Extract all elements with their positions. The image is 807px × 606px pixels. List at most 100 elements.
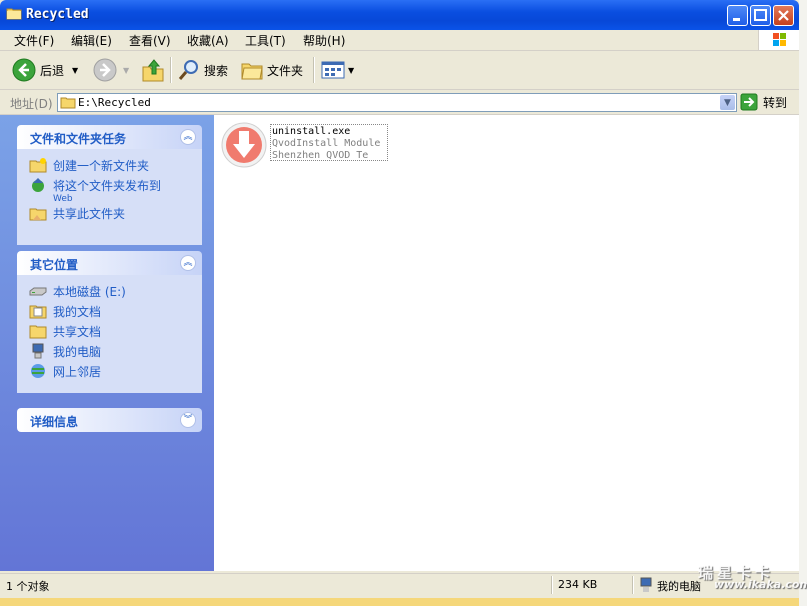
collapse-icon[interactable]: ︽	[180, 129, 196, 145]
toolbar-separator	[170, 57, 172, 83]
collapse-icon[interactable]: ︽	[180, 255, 196, 271]
folders-button[interactable]: 文件夹	[241, 57, 303, 83]
windows-flag-icon	[773, 33, 786, 46]
minimize-icon	[733, 18, 740, 21]
file-description: QvodInstall Module	[272, 138, 381, 149]
close-button[interactable]	[773, 5, 794, 26]
forward-arrow-icon	[93, 58, 117, 82]
file-name: uninstall.exe	[272, 126, 351, 137]
chevron-down-icon[interactable]: ▼	[72, 66, 78, 75]
folder-icon	[60, 97, 76, 109]
shared-documents-icon	[29, 325, 47, 339]
place-label: 我的文档	[53, 305, 102, 319]
windows-logo	[758, 30, 799, 50]
folders-icon	[241, 63, 263, 80]
tasks-panel-title: 文件和文件夹任务	[30, 132, 127, 146]
up-folder-icon	[142, 59, 164, 82]
status-divider	[632, 576, 634, 594]
my-computer-icon	[640, 577, 652, 592]
forward-button[interactable]: ▼	[93, 57, 129, 83]
folders-label: 文件夹	[267, 63, 304, 78]
views-icon	[321, 61, 345, 79]
place-label: 网上邻居	[53, 365, 102, 379]
go-button[interactable]: 转到	[740, 93, 787, 111]
place-my-computer[interactable]: 我的电脑	[29, 343, 202, 363]
go-label: 转到	[763, 95, 788, 110]
task-label: 共享此文件夹	[53, 207, 126, 221]
chevron-down-icon[interactable]: ▼	[348, 66, 354, 75]
views-button[interactable]: ▼	[321, 57, 354, 83]
task-publish-web[interactable]: 将这个文件夹发布到 Web	[29, 177, 202, 205]
place-local-disk[interactable]: 本地磁盘 (E:)	[29, 283, 202, 303]
place-shared-documents[interactable]: 共享文档	[29, 323, 202, 343]
menu-view[interactable]: 查看(V)	[129, 32, 171, 49]
back-button[interactable]: 后退 ▼	[12, 57, 78, 83]
details-panel-header[interactable]: 详细信息 ︾	[17, 408, 202, 432]
details-panel-title: 详细信息	[30, 415, 79, 429]
places-panel-header[interactable]: 其它位置 ︽	[17, 251, 202, 275]
up-folder-button[interactable]	[142, 57, 164, 83]
drive-icon	[29, 287, 47, 296]
address-input[interactable]: E:\Recycled ▼	[57, 93, 737, 112]
details-panel: 详细信息 ︾	[17, 408, 202, 432]
expand-icon[interactable]: ︾	[180, 412, 196, 428]
my-documents-icon	[29, 305, 47, 319]
new-folder-icon	[29, 158, 47, 173]
explorer-window: Recycled 文件(F) 编辑(E) 查看(V) 收藏(A) 工具(T) 帮…	[0, 0, 799, 598]
share-folder-icon	[29, 208, 47, 221]
places-panel: 其它位置 ︽ 本地磁盘 (E:) 我的文档 共享文档 我的电脑 网上邻居	[17, 251, 202, 393]
task-share-folder[interactable]: 共享此文件夹	[29, 205, 202, 225]
chevron-down-icon: ▼	[724, 97, 731, 108]
menu-help[interactable]: 帮助(H)	[303, 32, 345, 49]
status-object-count: 1 个对象	[6, 580, 50, 593]
minimize-button[interactable]	[727, 5, 748, 26]
address-value: E:\Recycled	[78, 96, 151, 109]
place-my-documents[interactable]: 我的文档	[29, 303, 202, 323]
address-bar: 地址(D) E:\Recycled ▼ 转到	[0, 90, 799, 115]
menu-tools[interactable]: 工具(T)	[245, 32, 286, 49]
back-arrow-icon	[12, 58, 36, 82]
go-arrow-icon	[740, 93, 758, 111]
maximize-button[interactable]	[750, 5, 771, 26]
search-button[interactable]: 搜索	[178, 57, 228, 83]
tasks-panel-header[interactable]: 文件和文件夹任务 ︽	[17, 125, 202, 149]
qvod-uninstall-icon	[221, 122, 267, 168]
status-size: 234 KB	[558, 578, 598, 591]
tasks-panel: 文件和文件夹任务 ︽ 创建一个新文件夹 将这个文件夹发布到 Web 共享此文件夹	[17, 125, 202, 245]
chevron-down-icon[interactable]: ▼	[123, 66, 129, 75]
maximize-icon	[754, 9, 767, 21]
task-label: 将这个文件夹发布到	[53, 179, 162, 193]
status-divider	[551, 576, 553, 594]
folder-icon	[6, 8, 22, 20]
search-icon	[178, 60, 198, 80]
menu-file[interactable]: 文件(F)	[14, 32, 54, 49]
place-label: 共享文档	[53, 325, 102, 339]
task-new-folder[interactable]: 创建一个新文件夹	[29, 157, 202, 177]
close-icon	[778, 10, 789, 21]
place-label: 本地磁盘 (E:)	[53, 285, 126, 299]
file-company: Shenzhen QVOD Te	[272, 150, 369, 161]
toolbar: 后退 ▼ ▼ 搜索 文件夹 ▼	[0, 51, 799, 90]
file-view[interactable]: uninstall.exe QvodInstall Module Shenzhe…	[214, 115, 799, 571]
menu-edit[interactable]: 编辑(E)	[71, 32, 112, 49]
menu-bar: 文件(F) 编辑(E) 查看(V) 收藏(A) 工具(T) 帮助(H)	[0, 30, 799, 51]
publish-web-icon	[32, 178, 44, 192]
address-dropdown-button[interactable]: ▼	[720, 95, 735, 110]
toolbar-separator	[313, 57, 315, 83]
place-network[interactable]: 网上邻居	[29, 363, 202, 383]
desktop-edge	[799, 0, 807, 606]
network-icon	[31, 364, 45, 378]
my-computer-icon	[32, 343, 44, 359]
title-bar[interactable]: Recycled	[0, 0, 799, 30]
watermark: 瑞星卡卡 www.ikaka.com	[672, 556, 807, 596]
menu-favorites[interactable]: 收藏(A)	[187, 32, 229, 49]
search-label: 搜索	[204, 63, 229, 78]
file-label: uninstall.exe QvodInstall Module Shenzhe…	[270, 124, 388, 161]
back-label: 后退	[40, 63, 65, 78]
task-label: 创建一个新文件夹	[53, 159, 150, 173]
address-label: 地址(D)	[10, 97, 53, 111]
task-sublabel: Web	[53, 194, 73, 204]
places-panel-title: 其它位置	[30, 258, 79, 272]
watermark-url: www.ikaka.com	[714, 578, 807, 591]
place-label: 我的电脑	[53, 345, 102, 359]
